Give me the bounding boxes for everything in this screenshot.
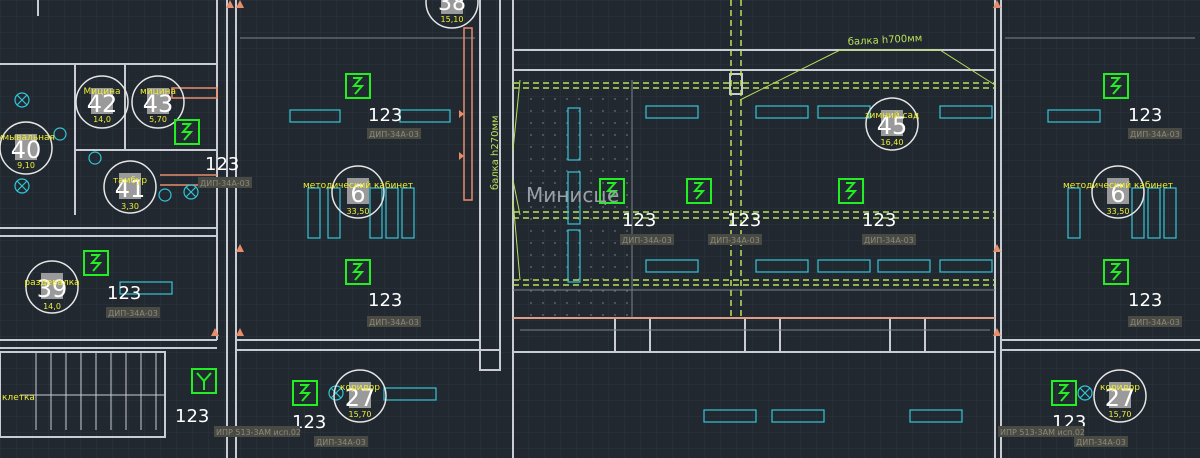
- device-tag: ДИП-34А-03: [369, 130, 419, 139]
- device-tag: ДИП-34А-03: [622, 236, 672, 245]
- room-area: 15,10: [441, 15, 464, 24]
- room-area: 5,70: [149, 115, 167, 124]
- device-tag: ДИП-34А-03: [369, 318, 419, 327]
- device-tag: ДИП-34А-03: [1130, 130, 1180, 139]
- sensor-label: 123: [205, 154, 239, 175]
- ceiling-label: Минисце: [526, 183, 619, 207]
- room-name: зимний сад: [865, 111, 920, 121]
- sensor-label: 123: [622, 210, 656, 231]
- device-tag-alt: ИПР 513-3АМ исп.02: [1000, 428, 1085, 437]
- device-tag: ДИП-34А-03: [710, 236, 760, 245]
- cad-drawing-canvas[interactable]: 42 Мицина 14,0 43 мицина 5,70 40 умываль…: [0, 0, 1200, 458]
- sensor-label: 123: [1128, 105, 1162, 126]
- room-number: 38: [438, 0, 466, 16]
- room-area: 9,10: [17, 161, 35, 170]
- room-name: методический кабинет: [303, 181, 413, 191]
- ceiling-hatch: [520, 95, 632, 320]
- room-area: 3,30: [121, 202, 139, 211]
- room-name: коридор: [1100, 383, 1140, 393]
- device-tag: ДИП-34А-03: [864, 236, 914, 245]
- room-area: 16,40: [881, 138, 904, 147]
- sensor-label: 123: [368, 105, 402, 126]
- sensor-label: 123: [368, 290, 402, 311]
- room-area: 15,70: [1109, 410, 1132, 419]
- room-area: 14,0: [93, 115, 111, 124]
- beam-label-vertical: балка h270мм: [490, 115, 501, 190]
- room-area: 14,0: [43, 302, 61, 311]
- sensor-label: 123: [862, 210, 896, 231]
- sensor-label: 123: [107, 283, 141, 304]
- room-name: мицина: [140, 87, 176, 97]
- room-area: 33,50: [1107, 207, 1130, 216]
- sensor-label: 123: [727, 210, 761, 231]
- room-name: методический кабинет: [1063, 181, 1173, 191]
- sensor-label: 123: [1128, 290, 1162, 311]
- room-name: Мицина: [84, 87, 121, 97]
- device-tag: ДИП-34А-03: [108, 309, 158, 318]
- room-name: коридор: [340, 383, 380, 393]
- device-tag: ДИП-34А-03: [316, 438, 366, 447]
- device-tag: ДИП-34А-03: [200, 179, 250, 188]
- stair-label: клетка: [2, 393, 35, 403]
- room-area: 33,50: [347, 207, 370, 216]
- room-name: умывальная: [0, 133, 55, 143]
- room-name: раздевалка: [24, 278, 79, 288]
- sensor-label: 123: [175, 406, 209, 427]
- room-area: 15,70: [349, 410, 372, 419]
- room-name: тамбур: [113, 176, 147, 186]
- device-tag-alt: ИПР 513-3АМ исп.02: [216, 428, 301, 437]
- device-tag: ДИП-34А-03: [1130, 318, 1180, 327]
- device-tag: ДИП-34А-03: [1076, 438, 1126, 447]
